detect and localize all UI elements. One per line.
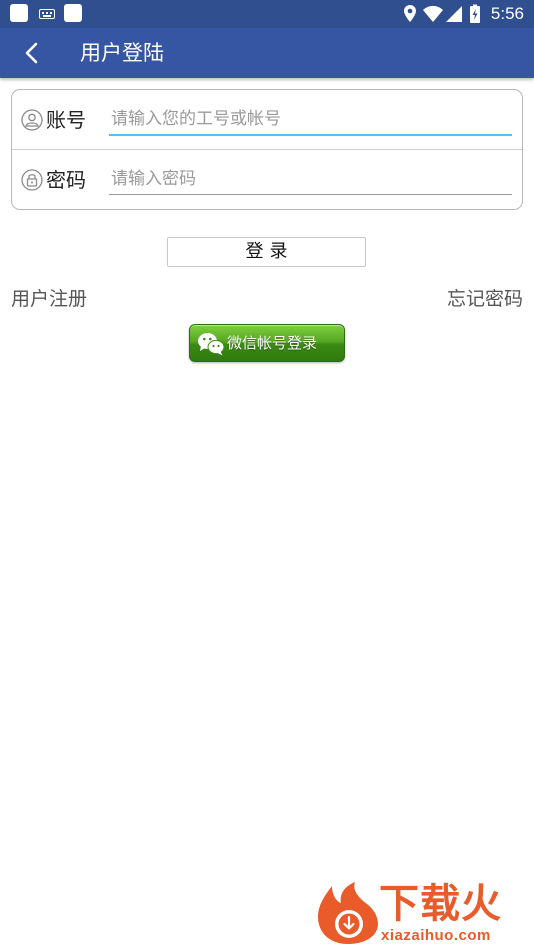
account-input-underline [109, 134, 512, 136]
password-input[interactable] [109, 164, 512, 194]
signal-icon [446, 6, 462, 22]
watermark-title: 下载火 [379, 881, 502, 927]
login-form-card: 账号 密码 [11, 89, 523, 210]
app-square-icon [10, 4, 28, 22]
wechat-login-button[interactable]: 微信帐号登录 [189, 324, 345, 362]
wechat-login-label: 微信帐号登录 [227, 334, 318, 352]
chevron-left-icon [25, 42, 38, 64]
status-bar: 5:56 [0, 0, 534, 28]
location-icon [404, 5, 416, 22]
wifi-icon [423, 5, 443, 22]
watermark-domain: xiazaihuo.com [381, 927, 491, 944]
register-link[interactable]: 用户注册 [11, 286, 87, 312]
user-icon [21, 109, 43, 131]
wechat-icon [198, 333, 225, 356]
lock-icon [21, 169, 43, 191]
watermark-logo: 下载火 xiazaihuo.com [315, 880, 531, 948]
login-button[interactable]: 登录 [167, 237, 366, 267]
battery-charging-icon [470, 4, 480, 23]
app-square-icon [64, 4, 82, 22]
app-bar: 用户登陆 [0, 28, 534, 78]
account-label: 账号 [46, 108, 86, 132]
forgot-password-link[interactable]: 忘记密码 [447, 286, 523, 312]
keyboard-icon [39, 9, 55, 19]
back-button[interactable] [14, 38, 48, 68]
password-input-underline [109, 194, 512, 195]
page-title: 用户登陆 [80, 41, 164, 65]
password-label: 密码 [46, 168, 86, 192]
account-input[interactable] [109, 104, 512, 134]
status-time: 5:56 [490, 4, 524, 23]
card-divider [12, 149, 522, 150]
flame-logo-icon [318, 882, 378, 944]
